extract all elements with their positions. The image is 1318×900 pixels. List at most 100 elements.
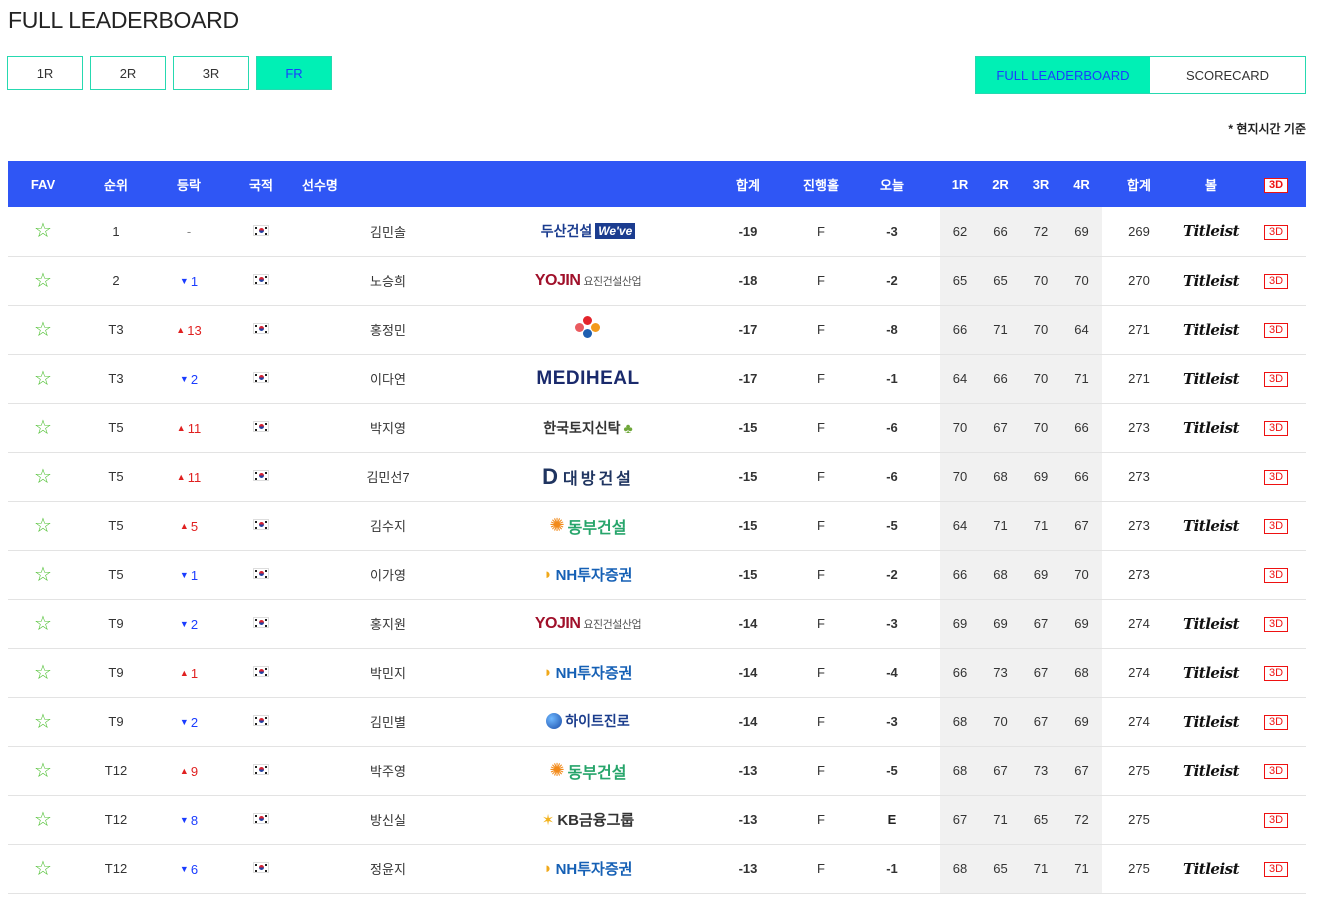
arrow-down-icon: ▼ bbox=[179, 570, 189, 581]
3d-button[interactable]: 3D bbox=[1264, 568, 1288, 583]
arrow-down-icon: ▼ bbox=[179, 717, 189, 728]
leaf-icon: ♣ bbox=[623, 419, 633, 436]
player-name[interactable]: 홍정민 bbox=[298, 305, 478, 354]
player-name[interactable]: 김민선7 bbox=[298, 452, 478, 501]
view-tabs: FULL LEADERBOARD SCORECARD bbox=[975, 56, 1306, 94]
r1-score: 69 bbox=[940, 599, 980, 648]
player-name[interactable]: 박주영 bbox=[298, 746, 478, 795]
3d-button[interactable]: 3D bbox=[1264, 274, 1288, 289]
movement-indicator: ▼ 6 bbox=[180, 862, 198, 877]
fav-cell: ☆ bbox=[8, 550, 78, 599]
star-icon[interactable]: ☆ bbox=[34, 810, 52, 830]
country-cell bbox=[224, 256, 298, 305]
3d-button[interactable]: 3D bbox=[1264, 372, 1288, 387]
3d-button[interactable]: 3D bbox=[1264, 764, 1288, 779]
movement-value: 13 bbox=[187, 322, 202, 338]
player-name[interactable]: 박지영 bbox=[298, 403, 478, 452]
total-to-par: -13 bbox=[738, 763, 758, 778]
movement-indicator: ▼ 1 bbox=[180, 568, 198, 583]
player-name[interactable]: 김수지 bbox=[298, 501, 478, 550]
r2-score: 66 bbox=[980, 354, 1021, 403]
table-row[interactable]: ☆ T12 ▼ 8 방신실 ✶ KB금융그룹 -13 F E 67 71 65 72 275 3D bbox=[8, 795, 1306, 844]
tab-2r[interactable]: 2R bbox=[90, 56, 166, 90]
player-name[interactable]: 정윤지 bbox=[298, 844, 478, 893]
3d-button[interactable]: 3D bbox=[1264, 323, 1288, 338]
fav-cell: ☆ bbox=[8, 599, 78, 648]
tab-1r[interactable]: 1R bbox=[7, 56, 83, 90]
sponsor-badge: 요진건설산업 bbox=[583, 618, 642, 631]
3d-button[interactable]: 3D bbox=[1264, 862, 1288, 877]
star-icon[interactable]: ☆ bbox=[34, 369, 52, 389]
star-icon[interactable]: ☆ bbox=[34, 859, 52, 879]
table-row[interactable]: ☆ 2 ▼ 1 노승희 YOJIN 요진건설산업 -18 F -2 65 65 70 70 270 Title… bbox=[8, 256, 1306, 305]
sponsor-badge: We've bbox=[595, 223, 636, 240]
3d-button[interactable]: 3D bbox=[1264, 470, 1288, 485]
player-name[interactable]: 방신실 bbox=[298, 795, 478, 844]
table-row[interactable]: ☆ T12 ▲ 9 박주영 ✺ 동부건설 -13 F -5 68 67 73 67 275 Titleist 3… bbox=[8, 746, 1306, 795]
col-total-to-par: 합계 bbox=[736, 177, 760, 193]
star-icon[interactable]: ☆ bbox=[34, 418, 52, 438]
star-icon[interactable]: ☆ bbox=[34, 320, 52, 340]
ball-cell: Titleist bbox=[1176, 844, 1246, 893]
player-name[interactable]: 김민솔 bbox=[298, 207, 478, 256]
table-row[interactable]: ☆ T9 ▼ 2 홍지원 YOJIN 요진건설산업 -14 F -3 69 69 67 69 274 Titl… bbox=[8, 599, 1306, 648]
3d-button[interactable]: 3D bbox=[1264, 715, 1288, 730]
star-icon[interactable]: ☆ bbox=[34, 271, 52, 291]
player-name[interactable]: 노승희 bbox=[298, 256, 478, 305]
titleist-logo: Titleist bbox=[1182, 761, 1240, 780]
3d-button[interactable]: 3D bbox=[1264, 421, 1288, 436]
sun-icon: ✺ bbox=[549, 760, 565, 780]
nh-mark-icon: ◗ bbox=[543, 566, 553, 583]
sponsor-logo: 한국토지신탁 ♣ bbox=[543, 418, 632, 438]
star-icon[interactable]: ☆ bbox=[34, 516, 52, 536]
korea-flag-icon bbox=[253, 764, 269, 775]
total-to-par: -13 bbox=[738, 861, 758, 876]
table-row[interactable]: ☆ T5 ▲ 11 박지영 한국토지신탁 ♣ -15 F -6 70 67 70 66 273 Titleis… bbox=[8, 403, 1306, 452]
star-icon[interactable]: ☆ bbox=[34, 467, 52, 487]
r3-score: 65 bbox=[1021, 795, 1061, 844]
rank-cell: T12 bbox=[104, 861, 128, 876]
3d-button[interactable]: 3D bbox=[1264, 519, 1288, 534]
sponsor-text: NH투자증권 bbox=[555, 665, 633, 682]
r1-score: 68 bbox=[940, 746, 980, 795]
table-row[interactable]: ☆ 1 - 김민솔 두산건설 We've -19 F -3 62 66 72 69 269 Titleist… bbox=[8, 207, 1306, 256]
table-row[interactable]: ☆ T9 ▼ 2 김민별 하이트진로 -14 F -3 68 70 67 69 274 Titleist 3D bbox=[8, 697, 1306, 746]
sponsor-text: 하이트진로 bbox=[565, 713, 630, 729]
star-icon[interactable]: ☆ bbox=[34, 712, 52, 732]
table-row[interactable]: ☆ T9 ▲ 1 박민지 ◗ NH투자증권 -14 F -4 66 73 67 68 274 Titleist… bbox=[8, 648, 1306, 697]
3d-button[interactable]: 3D bbox=[1264, 617, 1288, 632]
table-row[interactable]: ☆ T12 ▼ 6 정윤지 ◗ NH투자증권 -13 F -1 68 65 71 71 275 Titleis… bbox=[8, 844, 1306, 893]
table-row[interactable]: ☆ T5 ▲ 11 김민선7 D 대방건설 -15 F -6 70 68 69 66 273 3D bbox=[8, 452, 1306, 501]
player-name[interactable]: 이다연 bbox=[298, 354, 478, 403]
star-icon[interactable]: ☆ bbox=[34, 565, 52, 585]
tab-fr[interactable]: FR bbox=[256, 56, 332, 90]
player-name[interactable]: 박민지 bbox=[298, 648, 478, 697]
nh-mark-icon: ◗ bbox=[543, 860, 553, 877]
star-icon[interactable]: ☆ bbox=[34, 663, 52, 683]
sponsor-text: NH투자증권 bbox=[555, 861, 633, 878]
country-cell bbox=[224, 452, 298, 501]
3d-button[interactable]: 3D bbox=[1264, 224, 1288, 240]
tab-scorecard[interactable]: SCORECARD bbox=[1150, 57, 1305, 93]
tab-full-leaderboard[interactable]: FULL LEADERBOARD bbox=[976, 57, 1150, 93]
star-icon[interactable]: ☆ bbox=[34, 761, 52, 781]
col-player-name: 선수명 bbox=[302, 177, 338, 193]
col-movement: 등락 bbox=[177, 177, 201, 193]
ball-cell: Titleist bbox=[1176, 354, 1246, 403]
3d-header-button[interactable]: 3D bbox=[1264, 177, 1288, 193]
table-row[interactable]: ☆ T5 ▲ 5 김수지 ✺ 동부건설 -15 F -5 64 71 71 67 273 Titleist 3D bbox=[8, 501, 1306, 550]
r3-score: 73 bbox=[1021, 746, 1061, 795]
player-name[interactable]: 홍지원 bbox=[298, 599, 478, 648]
3d-button[interactable]: 3D bbox=[1264, 666, 1288, 681]
player-name[interactable]: 이가영 bbox=[298, 550, 478, 599]
table-row[interactable]: ☆ T3 ▼ 2 이다연 MEDIHEAL -17 F -1 64 66 70 71 271 Titleis… bbox=[8, 354, 1306, 403]
star-icon[interactable]: ☆ bbox=[34, 614, 52, 634]
table-row[interactable]: ☆ T3 ▲ 13 홍정민 -17 F -8 66 71 70 64 271 Titleist 3D bbox=[8, 305, 1306, 354]
3d-button[interactable]: 3D bbox=[1264, 813, 1288, 828]
player-name[interactable]: 김민별 bbox=[298, 697, 478, 746]
star-icon[interactable]: ☆ bbox=[34, 221, 52, 241]
rank-cell: T5 bbox=[108, 518, 124, 533]
tab-3r[interactable]: 3R bbox=[173, 56, 249, 90]
sponsor-logo: ◗ NH투자증권 bbox=[544, 662, 633, 683]
table-row[interactable]: ☆ T5 ▼ 1 이가영 ◗ NH투자증권 -15 F -2 66 68 69 70 273 3D bbox=[8, 550, 1306, 599]
